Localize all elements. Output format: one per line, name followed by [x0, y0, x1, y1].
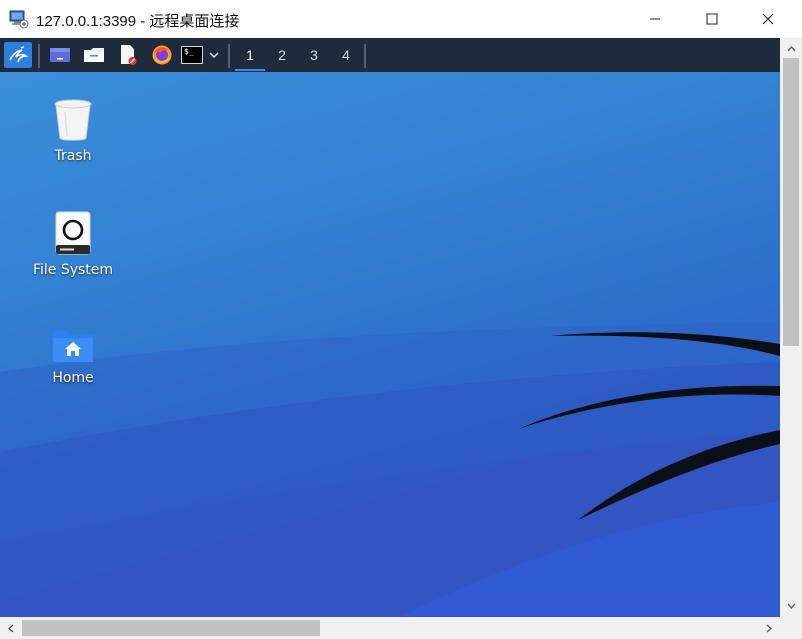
- terminal-dropdown-button[interactable]: [206, 42, 222, 68]
- vertical-scrollbar[interactable]: [780, 38, 802, 617]
- maximize-icon: [706, 13, 718, 25]
- home-folder-icon: [53, 331, 93, 362]
- minimize-icon: [650, 18, 660, 20]
- trash-icon: [54, 99, 92, 141]
- window-title: 127.0.0.1:3399 - 远程桌面连接: [36, 13, 240, 30]
- terminal-button[interactable]: $_: [180, 42, 204, 68]
- window-titlebar: 127.0.0.1:3399 - 远程桌面连接: [0, 0, 802, 39]
- remote-desktop-icon: [9, 10, 29, 29]
- show-desktop-icon: [50, 48, 70, 62]
- workspace-2[interactable]: 2: [266, 38, 298, 72]
- kali-menu-button[interactable]: [4, 42, 32, 68]
- chevron-down-icon: [209, 52, 219, 59]
- workspace-3[interactable]: 3: [298, 38, 330, 72]
- scroll-up-button[interactable]: [782, 40, 800, 58]
- desktop-icon-trash[interactable]: Trash: [28, 98, 118, 164]
- desktop-icon-label: Home: [52, 370, 94, 386]
- minimize-button[interactable]: [632, 0, 678, 38]
- panel-separator: [364, 44, 366, 68]
- terminal-glyph: $_: [184, 47, 194, 56]
- file-manager-button[interactable]: [80, 42, 108, 68]
- scroll-right-button[interactable]: [760, 619, 778, 637]
- close-icon: [762, 13, 774, 25]
- show-desktop-button[interactable]: [46, 42, 74, 68]
- drive-icon: [55, 211, 91, 255]
- desktop-icon-label: File System: [32, 262, 114, 278]
- panel-separator: [38, 44, 40, 68]
- chevron-left-icon: [8, 624, 14, 632]
- desktop-icon-label: Trash: [54, 148, 92, 164]
- panel-separator: [228, 44, 230, 68]
- text-editor-button[interactable]: [114, 42, 142, 68]
- chevron-right-icon: [766, 624, 772, 632]
- terminal-icon: $_: [181, 46, 203, 64]
- text-editor-icon: [121, 45, 137, 65]
- top-panel: $_ 1 2 3 4: [0, 38, 780, 73]
- desktop: Trash File System Home: [0, 72, 780, 617]
- horizontal-scroll-thumb[interactable]: [22, 620, 320, 636]
- chevron-up-icon: [787, 46, 795, 52]
- chevron-down-icon: [787, 603, 795, 609]
- file-manager-icon: [84, 48, 104, 62]
- workspace-4[interactable]: 4: [330, 38, 362, 72]
- workspace-1[interactable]: 1: [234, 38, 266, 72]
- desktop-icon-file-system[interactable]: File System: [28, 210, 118, 278]
- firefox-button[interactable]: [148, 42, 176, 68]
- maximize-button[interactable]: [689, 0, 735, 38]
- kali-menu-icon: [9, 46, 29, 63]
- vertical-scroll-thumb[interactable]: [783, 58, 799, 346]
- scrollbar-corner: [780, 617, 802, 639]
- horizontal-scrollbar[interactable]: [0, 617, 780, 639]
- scroll-down-button[interactable]: [782, 597, 800, 615]
- desktop-icon-home[interactable]: Home: [28, 326, 118, 386]
- close-button[interactable]: [745, 0, 791, 38]
- firefox-icon: [152, 45, 172, 65]
- scroll-left-button[interactable]: [2, 619, 20, 637]
